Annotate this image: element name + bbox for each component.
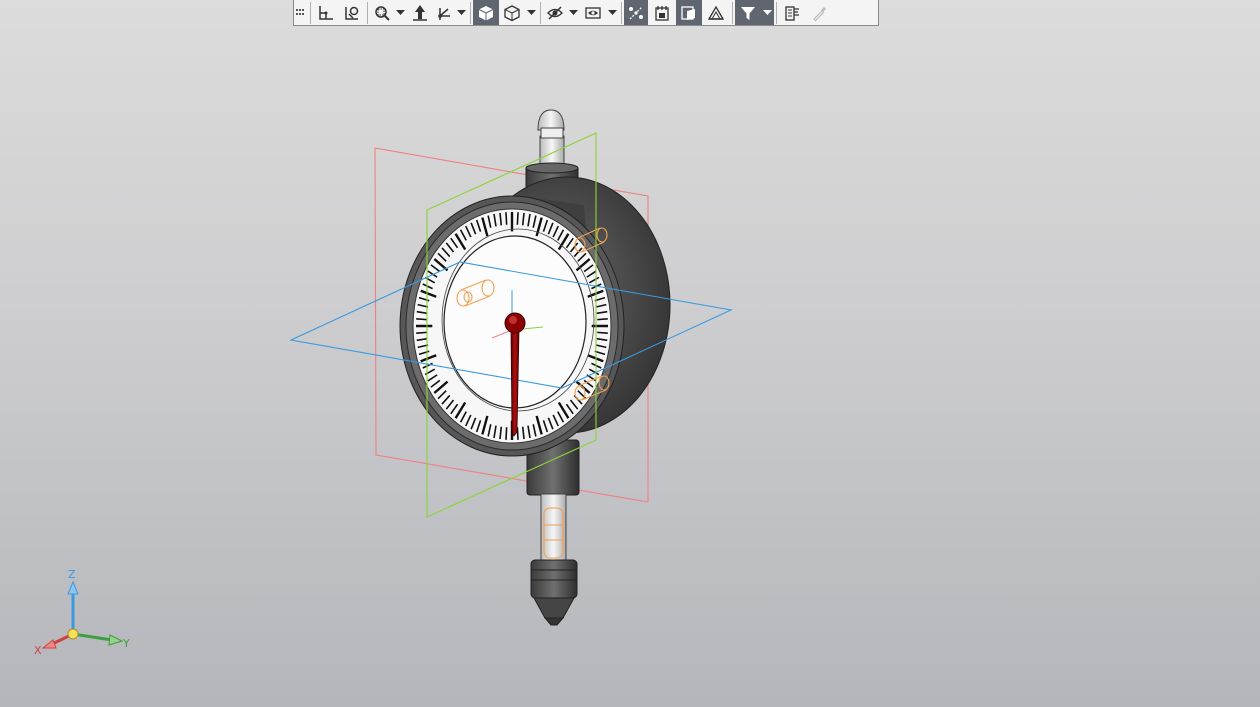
bottom-spindle [540,493,567,563]
dial-indicator-model[interactable] [289,109,733,626]
axis-z-label: Z [68,568,76,581]
model-viewport[interactable]: Z Y X [0,0,1260,707]
dial-tick [516,427,519,440]
dial-tick [505,212,508,225]
contact-tip-body [530,559,578,599]
dial-tick [516,212,519,225]
axis-x-label: X [34,644,42,657]
contact-tip [533,597,575,619]
dial-tick [597,331,608,334]
dial-tick [505,427,508,440]
dial-tick [597,318,608,321]
top-cap [537,109,565,131]
dial-tick [416,318,427,321]
axis-triad: Z Y X [34,568,130,657]
axis-y-label: Y [122,637,130,650]
dial-tick [416,331,427,334]
